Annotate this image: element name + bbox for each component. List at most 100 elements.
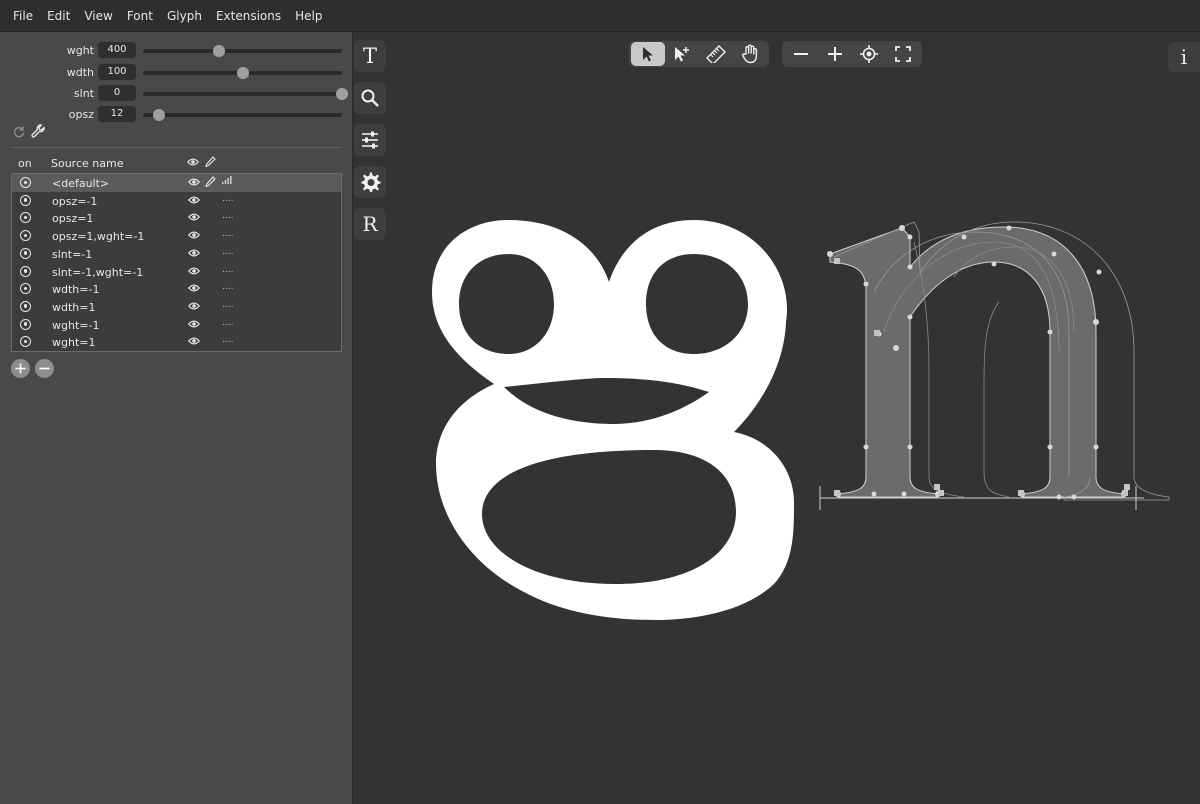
side-tool-column: T R bbox=[354, 40, 386, 240]
glyph-g[interactable] bbox=[432, 220, 794, 620]
hand-tool-button[interactable] bbox=[733, 42, 767, 66]
source-row[interactable]: wdth=1.... bbox=[12, 298, 341, 316]
axis-value-field[interactable]: 0 bbox=[98, 85, 136, 101]
axis-name: opsz bbox=[68, 108, 94, 121]
source-on-toggle[interactable] bbox=[20, 283, 31, 295]
visibility-icon[interactable] bbox=[187, 248, 201, 261]
zoom-fit-button[interactable] bbox=[852, 42, 886, 66]
designspace-tool-button[interactable] bbox=[354, 124, 386, 156]
zoom-fit-icon bbox=[860, 45, 878, 63]
source-on-toggle[interactable] bbox=[20, 318, 31, 330]
visibility-icon[interactable] bbox=[187, 212, 201, 225]
zoom-out-button[interactable] bbox=[784, 42, 818, 66]
add-source-button[interactable] bbox=[11, 359, 30, 378]
source-row[interactable]: wght=1.... bbox=[12, 333, 341, 351]
visibility-icon[interactable] bbox=[187, 266, 201, 279]
source-on-toggle[interactable] bbox=[20, 336, 31, 348]
glyph-rendering[interactable] bbox=[354, 32, 1200, 804]
visibility-header-icon bbox=[186, 157, 200, 170]
source-row[interactable]: wght=-1.... bbox=[12, 316, 341, 334]
menu-help[interactable]: Help bbox=[288, 9, 329, 23]
source-name: wght=-1 bbox=[52, 318, 100, 332]
menu-font[interactable]: Font bbox=[120, 9, 160, 23]
source-name: wght=1 bbox=[52, 336, 96, 350]
source-level-icon[interactable]: .... bbox=[222, 335, 233, 345]
source-on-toggle[interactable] bbox=[20, 177, 31, 188]
info-panel-button[interactable]: i bbox=[1168, 42, 1200, 72]
source-on-toggle[interactable] bbox=[20, 212, 31, 224]
source-name: opsz=-1 bbox=[52, 194, 98, 208]
source-row[interactable]: opsz=1.... bbox=[12, 209, 341, 227]
axis-slider[interactable] bbox=[143, 45, 342, 57]
visibility-icon[interactable] bbox=[187, 301, 201, 314]
source-level-icon[interactable] bbox=[222, 176, 232, 187]
menu-view[interactable]: View bbox=[77, 9, 119, 23]
source-level-icon[interactable]: .... bbox=[222, 265, 233, 275]
source-row[interactable]: <default> bbox=[12, 174, 341, 192]
visibility-icon[interactable] bbox=[187, 177, 201, 190]
menu-edit[interactable]: Edit bbox=[40, 9, 77, 23]
glyph-n[interactable] bbox=[819, 221, 1170, 510]
source-on-toggle[interactable] bbox=[20, 230, 31, 242]
menubar: File Edit View Font Glyph Extensions Help bbox=[0, 0, 1200, 32]
axis-slider-thumb[interactable] bbox=[152, 109, 165, 121]
menu-glyph[interactable]: Glyph bbox=[160, 9, 209, 23]
axis-value-field[interactable]: 12 bbox=[98, 106, 136, 122]
visibility-icon[interactable] bbox=[187, 195, 201, 208]
source-level-icon[interactable]: .... bbox=[222, 211, 233, 221]
zoom-in-button[interactable] bbox=[818, 42, 852, 66]
source-on-toggle[interactable] bbox=[20, 194, 31, 206]
axis-slider-thumb[interactable] bbox=[212, 45, 225, 57]
source-level-icon[interactable]: .... bbox=[222, 229, 233, 239]
text-icon: T bbox=[362, 43, 377, 68]
divider bbox=[11, 147, 342, 148]
source-row[interactable]: opsz=-1.... bbox=[12, 192, 341, 210]
visibility-icon[interactable] bbox=[187, 283, 201, 296]
axis-slider[interactable] bbox=[143, 88, 348, 100]
sliders-icon bbox=[362, 131, 378, 149]
source-name: <default> bbox=[52, 177, 110, 190]
pointer-tool-button[interactable] bbox=[631, 42, 665, 66]
axis-tools bbox=[12, 124, 46, 143]
axis-slider-thumb[interactable] bbox=[336, 88, 348, 100]
source-name: slnt=-1 bbox=[52, 247, 93, 261]
fullscreen-icon bbox=[895, 46, 911, 62]
source-on-toggle[interactable] bbox=[20, 265, 31, 277]
wrench-icon[interactable] bbox=[31, 124, 46, 143]
axis-slider[interactable] bbox=[143, 67, 342, 79]
axis-slider[interactable] bbox=[143, 109, 342, 121]
source-row[interactable]: wdth=-1.... bbox=[12, 280, 341, 298]
source-on-toggle[interactable] bbox=[20, 300, 31, 312]
reset-icon[interactable] bbox=[12, 124, 26, 143]
text-tool-button[interactable]: T bbox=[354, 40, 386, 72]
source-on-toggle[interactable] bbox=[20, 247, 31, 259]
source-row[interactable]: opsz=1,wght=-1.... bbox=[12, 227, 341, 245]
visibility-icon[interactable] bbox=[187, 336, 201, 349]
axis-name: slnt bbox=[73, 87, 94, 100]
source-row[interactable]: slnt=-1,wght=-1.... bbox=[12, 263, 341, 281]
pen-tool-button[interactable] bbox=[665, 42, 699, 66]
axis-value-field[interactable]: 400 bbox=[98, 42, 136, 58]
reference-font-tool-button[interactable]: R bbox=[354, 208, 386, 240]
menu-file[interactable]: File bbox=[6, 9, 40, 23]
axis-value-field[interactable]: 100 bbox=[98, 64, 136, 80]
ruler-tool-button[interactable] bbox=[699, 42, 733, 66]
source-name: opsz=1 bbox=[52, 212, 94, 226]
axis-slider-thumb[interactable] bbox=[236, 67, 249, 79]
menu-extensions[interactable]: Extensions bbox=[209, 9, 288, 23]
search-tool-button[interactable] bbox=[354, 82, 386, 114]
visibility-icon[interactable] bbox=[187, 230, 201, 243]
source-level-icon[interactable]: .... bbox=[222, 247, 233, 257]
source-level-icon[interactable]: .... bbox=[222, 318, 233, 328]
remove-source-button[interactable] bbox=[35, 359, 54, 378]
edit-source-icon[interactable] bbox=[205, 176, 216, 191]
source-level-icon[interactable]: .... bbox=[222, 282, 233, 292]
visibility-icon[interactable] bbox=[187, 319, 201, 332]
source-row[interactable]: slnt=-1.... bbox=[12, 245, 341, 263]
axis-row-wdth: wdth 100 bbox=[0, 64, 353, 82]
source-level-icon[interactable]: .... bbox=[222, 194, 233, 204]
source-level-icon[interactable]: .... bbox=[222, 300, 233, 310]
zoom-toolbar bbox=[782, 41, 922, 67]
fullscreen-button[interactable] bbox=[886, 42, 920, 66]
settings-tool-button[interactable] bbox=[354, 166, 386, 198]
